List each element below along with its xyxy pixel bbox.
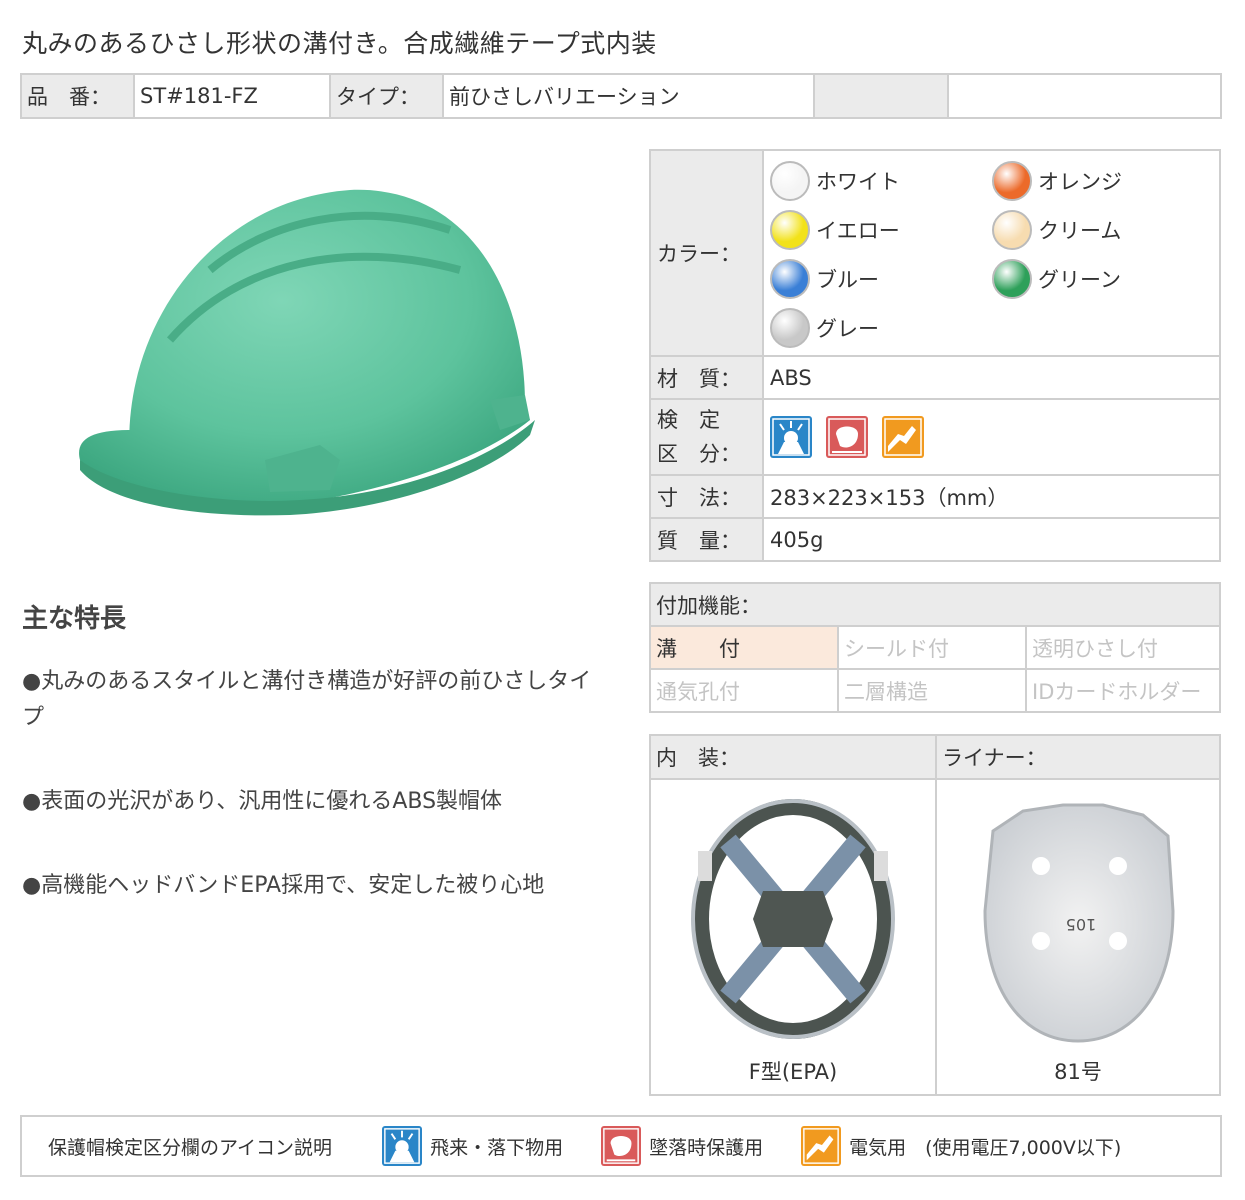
liner-label: ライナー： bbox=[935, 734, 1221, 780]
inner-table: 内 装： ライナー： F型(EPA) 105 81号 bbox=[649, 734, 1221, 1096]
option-shield: シールド付 bbox=[837, 625, 1027, 670]
legend-item: 電気用 (使用電圧7,000V以下) bbox=[801, 1126, 1121, 1166]
feature-item: ●丸みのあるスタイルと溝付き構造が好評の前ひさしタイプ bbox=[22, 669, 592, 730]
spec-table: カラー： ホワイト オレンジイエロー クリームブルー グリーングレー 材 質： ABS… bbox=[649, 149, 1221, 562]
legend-label: 電気用 (使用電圧7,000V以下) bbox=[849, 1136, 1122, 1159]
type-label: タイプ： bbox=[329, 73, 444, 119]
falling-object-icon bbox=[382, 1126, 423, 1166]
color-option: イエロー bbox=[770, 209, 992, 251]
fall-protection-icon bbox=[601, 1126, 642, 1166]
color-swatch bbox=[992, 258, 1032, 299]
liner-caption: 81号 bbox=[1054, 1060, 1102, 1084]
inner-label: 内 装： bbox=[649, 734, 937, 780]
color-name: グリーン bbox=[1038, 267, 1121, 292]
liner-stamp: 105 bbox=[1066, 915, 1097, 934]
electric-icon bbox=[882, 416, 924, 458]
color-name: ブルー bbox=[816, 267, 879, 292]
size-value: 283×223×153（mm） bbox=[762, 474, 1221, 519]
falling-object-icon bbox=[770, 416, 812, 458]
color-name: グレー bbox=[816, 316, 879, 341]
options-header: 付加機能： bbox=[649, 582, 1221, 627]
options-table: 付加機能： 溝 付 シールド付 透明ひさし付 通気孔付 二層構造 IDカードホル… bbox=[649, 582, 1221, 713]
color-option: クリーム bbox=[992, 209, 1192, 251]
cert-label-line2: 区 分： bbox=[657, 442, 741, 466]
color-swatch bbox=[770, 209, 810, 250]
color-swatch bbox=[770, 258, 810, 299]
legend-item: 飛来・落下物用 bbox=[382, 1126, 563, 1166]
features-title: 主な特長 bbox=[22, 604, 127, 634]
inner-cell: F型(EPA) bbox=[649, 778, 937, 1096]
color-swatch bbox=[992, 160, 1032, 201]
color-name: イエロー bbox=[816, 218, 900, 243]
empty-cell bbox=[947, 73, 1222, 119]
color-label: カラー： bbox=[649, 149, 764, 357]
cert-label-line1: 検 定 bbox=[657, 408, 720, 432]
color-option: オレンジ bbox=[992, 160, 1192, 202]
part-number-value: ST#181-FZ bbox=[133, 73, 331, 119]
page-title: 丸みのあるひさし形状の溝付き。合成繊維テープ式内装 bbox=[22, 29, 657, 58]
legend-title: 保護帽検定区分欄のアイコン説明 bbox=[48, 1136, 333, 1159]
weight-label: 質 量： bbox=[649, 517, 764, 562]
color-option: ホワイト bbox=[770, 160, 992, 202]
color-option: グレー bbox=[770, 307, 992, 349]
option-double-layer: 二層構造 bbox=[837, 668, 1027, 713]
color-list: ホワイト オレンジイエロー クリームブルー グリーングレー bbox=[770, 152, 1213, 355]
feature-item: ●表面の光沢があり、汎用性に優れるABS製帽体 bbox=[22, 789, 503, 814]
fall-protection-icon bbox=[826, 416, 868, 458]
color-name: オレンジ bbox=[1038, 169, 1122, 194]
weight-value: 405g bbox=[762, 517, 1221, 562]
color-option: ブルー bbox=[770, 258, 992, 300]
color-option: グリーン bbox=[992, 258, 1192, 300]
part-number-label: 品 番： bbox=[20, 73, 135, 119]
option-id-holder: IDカードホルダー bbox=[1025, 668, 1221, 713]
empty-cell-gray bbox=[813, 73, 949, 119]
option-ventilation: 通気孔付 bbox=[649, 668, 839, 713]
liner-image: 105 bbox=[983, 803, 1175, 1043]
legend-label: 墜落時保護用 bbox=[649, 1136, 764, 1159]
color-swatch bbox=[770, 307, 810, 348]
helmet-image bbox=[79, 189, 535, 516]
legend-label: 飛来・落下物用 bbox=[430, 1136, 564, 1159]
icon-legend: 保護帽検定区分欄のアイコン説明 飛来・落下物用 墜落時保護用 電気用 (使用電圧… bbox=[20, 1115, 1222, 1177]
cert-label: 検 定 区 分： bbox=[649, 398, 764, 476]
electric-icon bbox=[801, 1126, 842, 1166]
material-value: ABS bbox=[762, 355, 1221, 400]
headband-image bbox=[691, 799, 895, 1039]
color-name: ホワイト bbox=[816, 169, 900, 194]
legend-item: 墜落時保護用 bbox=[601, 1126, 763, 1166]
inner-caption: F型(EPA) bbox=[748, 1060, 838, 1084]
type-value: 前ひさしバリエーション bbox=[442, 73, 815, 119]
option-grooved: 溝 付 bbox=[649, 625, 839, 670]
size-label: 寸 法： bbox=[649, 474, 764, 519]
liner-cell: 105 81号 bbox=[935, 778, 1221, 1096]
color-swatch bbox=[770, 160, 810, 201]
spec-top-table: 品 番： ST#181-FZ タイプ： 前ひさしバリエーション bbox=[20, 73, 1222, 119]
cert-icons bbox=[770, 408, 1213, 466]
feature-item: ●高機能ヘッドバンドEPA採用で、安定した被り心地 bbox=[22, 873, 545, 898]
color-name: クリーム bbox=[1038, 218, 1122, 243]
material-label: 材 質： bbox=[649, 355, 764, 400]
color-swatch bbox=[992, 209, 1032, 250]
option-clear-visor: 透明ひさし付 bbox=[1025, 625, 1221, 670]
